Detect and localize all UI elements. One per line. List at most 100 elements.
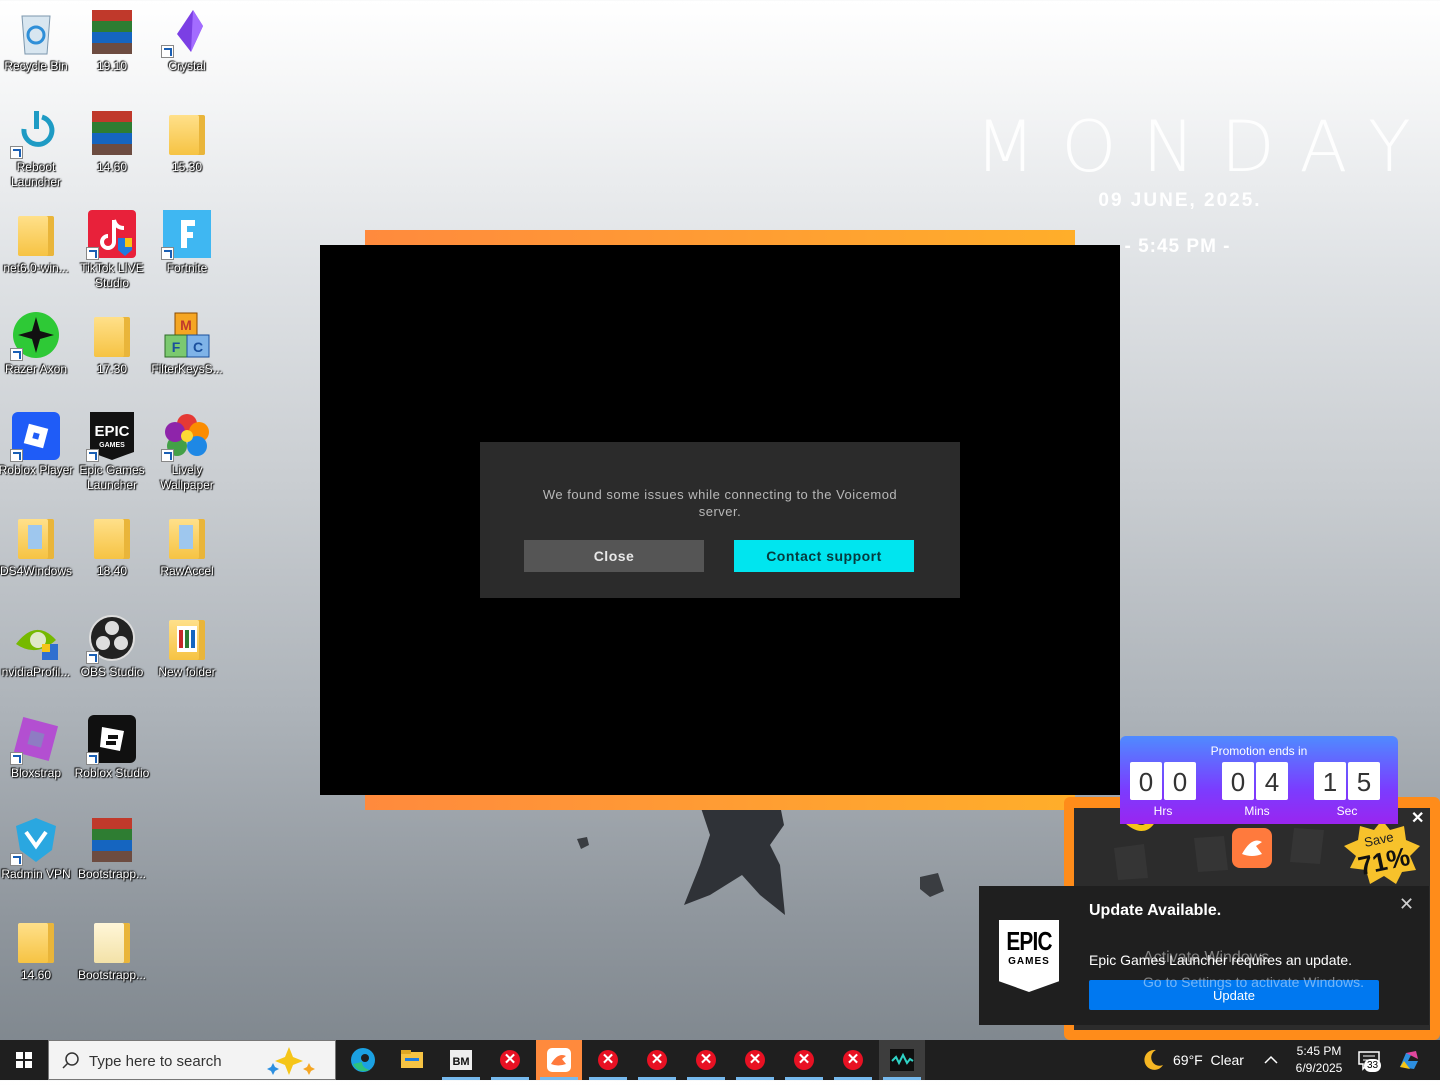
desktop-icon-label: Lively Wallpaper [160, 463, 214, 492]
taskbar-error-app-3[interactable]: ✕ [634, 1040, 680, 1080]
countdown-unit-hours: Hrs [1153, 804, 1173, 818]
close-button[interactable]: Close [524, 540, 704, 572]
taskbar-edge[interactable] [340, 1040, 386, 1080]
desktop-icon-tiktok-live-studio[interactable]: TikTok LIVE Studio [74, 210, 150, 291]
error-icon: ✕ [500, 1050, 520, 1070]
desktop-icon-14-60-archive[interactable]: 14.60 [74, 109, 150, 175]
desktop-icon-bootstrapper-archive[interactable]: Bootstrapp... [74, 816, 150, 882]
desktop-icon-rawaccel[interactable]: RawAccel [149, 513, 225, 579]
promotion-title: Promotion ends in [1210, 744, 1308, 758]
desktop-icon-net6[interactable]: net6.0-win... [0, 210, 74, 276]
desktop-icon-15-30[interactable]: 15.30 [149, 109, 225, 175]
error-icon: ✕ [598, 1050, 618, 1070]
desktop-icon-reboot-launcher[interactable]: Reboot Launcher [0, 109, 74, 190]
connection-error-dialog: We found some issues while connecting to… [480, 442, 960, 598]
countdown-digit: 5 [1348, 762, 1380, 800]
error-icon: ✕ [843, 1050, 863, 1070]
notification-count-badge: 33 [1364, 1059, 1382, 1072]
desktop-icon-fortnite[interactable]: Fortnite [149, 210, 225, 276]
desktop-icon-18-40[interactable]: 18.40 [74, 513, 150, 579]
desktop-icon-14-60-folder[interactable]: 14.60 [0, 917, 74, 983]
desktop-icon-label: Bootstrapp... [77, 968, 147, 982]
winrar-archive-icon [88, 109, 136, 157]
taskbar-bird-app[interactable] [536, 1040, 582, 1080]
svg-text:M: M [180, 317, 192, 333]
contact-support-button[interactable]: Contact support [734, 540, 914, 572]
folder-icon [88, 513, 136, 561]
desktop-icon-label: Reboot Launcher [10, 160, 62, 189]
error-icon: ✕ [647, 1050, 667, 1070]
shortcut-arrow-icon [10, 853, 23, 866]
recycle-bin-icon [12, 8, 60, 56]
shortcut-arrow-icon [86, 247, 99, 260]
taskbar-file-explorer[interactable] [389, 1040, 435, 1080]
folder-icon [12, 513, 60, 561]
desktop-icon-ds4windows[interactable]: DS4Windows [0, 513, 74, 579]
folder-icon [163, 513, 211, 561]
folder-icon [163, 614, 211, 662]
shortcut-arrow-icon [86, 752, 99, 765]
desktop-icon-bootstrapper-folder[interactable]: Bootstrapp... [74, 917, 150, 983]
shortcut-arrow-icon [161, 45, 174, 58]
desktop-icon-label: Recycle Bin [4, 59, 68, 73]
taskbar-error-app-1[interactable]: ✕ [487, 1040, 533, 1080]
desktop-icon-radmin-vpn[interactable]: Radmin VPN [0, 816, 74, 882]
error-message: We found some issues while connecting to… [542, 487, 898, 519]
ad-close-icon[interactable]: ✕ [1411, 808, 1424, 828]
desktop-icon-label: nvidiaProfil... [1, 665, 71, 679]
desktop-icon-filterkeys[interactable]: MFC FilterKeysS... [149, 311, 225, 377]
voicemod-icon [890, 1049, 914, 1071]
taskbar-bm-app[interactable]: BM [438, 1040, 484, 1080]
epic-games-icon: EPIC GAMES [86, 412, 136, 462]
desktop-icon-obs-studio[interactable]: OBS Studio [74, 614, 150, 680]
taskbar-error-app-2[interactable]: ✕ [585, 1040, 631, 1080]
desktop-icon-bloxstrap[interactable]: Bloxstrap [0, 715, 74, 781]
desktop-icon-epic-games-launcher[interactable]: EPIC GAMES Epic Games Launcher [74, 412, 150, 493]
radmin-vpn-icon [10, 816, 60, 866]
taskbar-error-app-7[interactable]: ✕ [830, 1040, 876, 1080]
desktop-icon-new-folder[interactable]: New folder [149, 614, 225, 680]
start-button[interactable] [0, 1040, 48, 1080]
desktop-icon-19-10[interactable]: 19.10 [74, 8, 150, 74]
chevron-up-icon[interactable] [1261, 1050, 1281, 1070]
notification-center[interactable]: 33 [1356, 1048, 1384, 1076]
desktop-icon-label: 18.40 [96, 564, 128, 578]
countdown-digit: 0 [1164, 762, 1196, 800]
toast-close-icon[interactable]: ✕ [1399, 894, 1414, 915]
desktop-icon-roblox-studio[interactable]: Roblox Studio [74, 715, 150, 781]
desktop-icon-lively-wallpaper[interactable]: Lively Wallpaper [149, 412, 225, 493]
desktop-icon-nvidia-profile[interactable]: nvidiaProfil... [0, 614, 74, 680]
epic-games-logo: EPIC GAMES [999, 920, 1059, 992]
desktop-icon-razer-axon[interactable]: Razer Axon [0, 311, 74, 377]
taskbar-error-app-5[interactable]: ✕ [732, 1040, 778, 1080]
desktop-icon-recycle-bin[interactable]: Recycle Bin [0, 8, 74, 74]
svg-text:EPIC: EPIC [94, 423, 129, 440]
taskbar-voicemod[interactable] [879, 1040, 925, 1080]
app-logo-tile [1232, 828, 1272, 868]
save-badge: Save 71% [1342, 818, 1422, 886]
crystal-icon [161, 8, 211, 58]
lively-wallpaper-icon [161, 412, 211, 462]
taskbar-search-box[interactable]: Type here to search [48, 1040, 336, 1080]
weather-label[interactable]: 69°F Clear [1173, 1052, 1244, 1068]
promotion-countdown: Promotion ends in 0 0 0 4 1 5 Hrs Mins S… [1120, 736, 1398, 824]
taskbar-time: 5:45 PM [1296, 1044, 1342, 1058]
desktop-icon-17-30[interactable]: 17.30 [74, 311, 150, 377]
taskbar-date: 6/9/2025 [1295, 1061, 1343, 1075]
error-icon: ✕ [696, 1050, 716, 1070]
desktop-icon-label: FilterKeysS... [151, 362, 223, 376]
moon-weather-icon [1144, 1049, 1163, 1070]
watermark-title: Activate Windows [1143, 949, 1270, 966]
desktop-icon-label: Fortnite [166, 261, 208, 275]
taskbar-error-app-4[interactable]: ✕ [683, 1040, 729, 1080]
taskbar: Type here to search BM ✕ ✕ ✕ ✕ ✕ ✕ ✕ 69°… [0, 1040, 1440, 1080]
taskbar-error-app-6[interactable]: ✕ [781, 1040, 827, 1080]
desktop-icon-roblox-player[interactable]: Roblox Player [0, 412, 74, 478]
desktop-icon-label: Bloxstrap [10, 766, 62, 780]
desktop-icon-label: DS4Windows [0, 564, 73, 578]
taskbar-clock[interactable]: 5:45 PM 6/9/2025 [1286, 1043, 1352, 1077]
countdown-digit: 0 [1222, 762, 1254, 800]
desktop-icon-label: Radmin VPN [1, 867, 71, 881]
copilot-icon[interactable] [1396, 1047, 1422, 1073]
desktop-icon-crystal[interactable]: Crystal [149, 8, 225, 74]
